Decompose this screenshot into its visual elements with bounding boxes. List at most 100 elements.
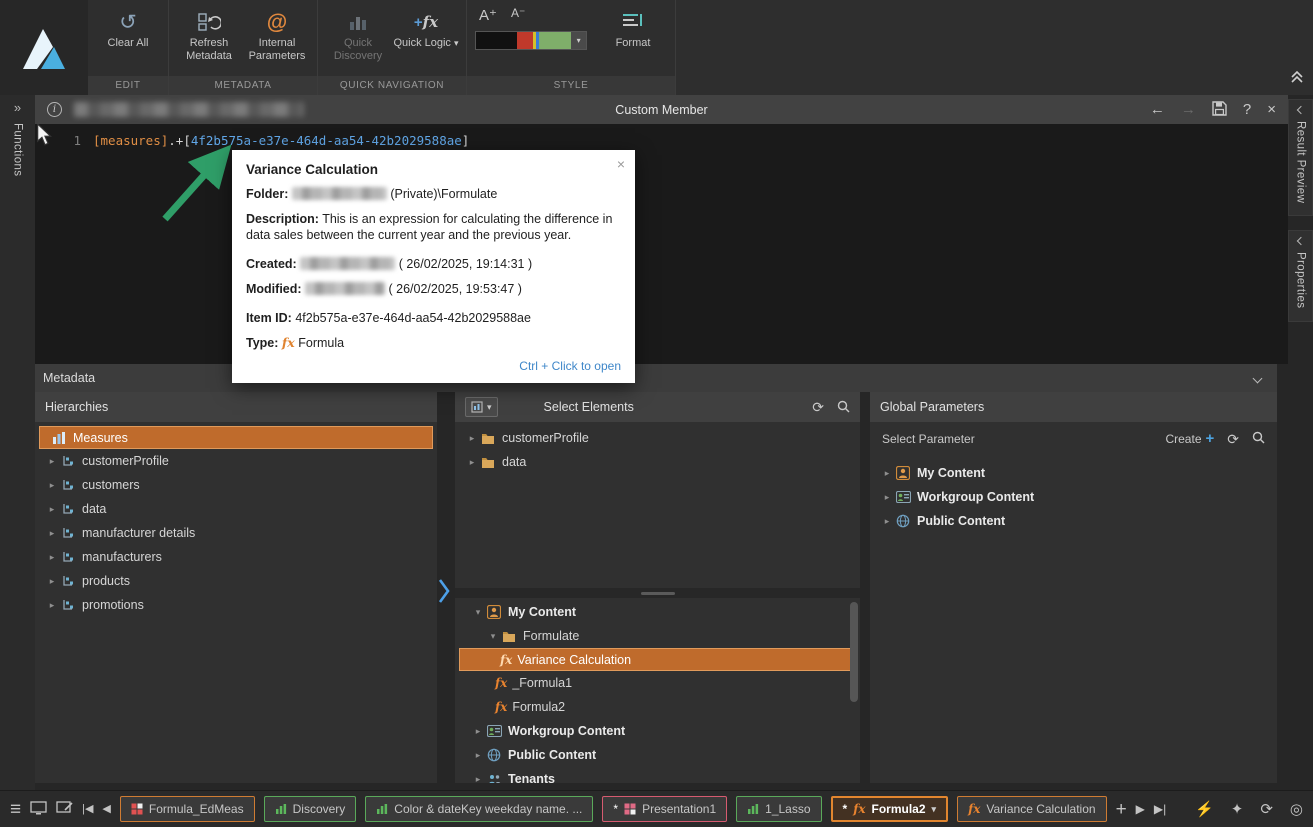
expander-icon[interactable]: ▸ bbox=[471, 726, 485, 737]
param-item-my-content[interactable]: ▸ My Content bbox=[870, 461, 1277, 485]
tree-item-my-content[interactable]: ▾ My Content bbox=[455, 600, 860, 624]
expander-icon[interactable]: ▸ bbox=[45, 600, 59, 611]
collapse-metadata-icon[interactable] bbox=[1252, 373, 1263, 383]
metadata-section-bar[interactable]: Metadata bbox=[35, 364, 1277, 392]
collapse-ribbon-icon[interactable] bbox=[1289, 70, 1305, 89]
expander-icon[interactable]: ▸ bbox=[465, 457, 479, 468]
expand-collapse-handle[interactable] bbox=[438, 578, 451, 609]
tree-item-variance-calculation[interactable]: fx Variance Calculation bbox=[459, 648, 856, 671]
expander-icon[interactable]: ▸ bbox=[880, 468, 894, 479]
add-tab-icon[interactable]: + bbox=[1116, 800, 1127, 819]
menu-icon[interactable]: ≡ bbox=[10, 800, 21, 819]
modified-marker: * bbox=[613, 802, 619, 816]
hierarchy-item-customerprofile[interactable]: ▸ customerProfile bbox=[35, 449, 437, 473]
refresh-icon[interactable]: ⟳ bbox=[812, 400, 824, 414]
target-icon[interactable]: ◎ bbox=[1290, 802, 1303, 817]
play-last-icon[interactable]: ▶| bbox=[1154, 803, 1166, 815]
tab-discovery[interactable]: Discovery bbox=[263, 796, 357, 822]
splitter-grip[interactable] bbox=[640, 591, 675, 595]
element-type-dropdown[interactable]: ▾ bbox=[465, 397, 498, 417]
format-button[interactable]: Format bbox=[599, 4, 667, 76]
expander-icon[interactable]: ▸ bbox=[880, 516, 894, 527]
hierarchy-item-manufacturer-details[interactable]: ▸ manufacturer details bbox=[35, 521, 437, 545]
tree-item-workgroup-content[interactable]: ▸ Workgroup Content bbox=[455, 719, 860, 743]
expander-icon[interactable]: ▸ bbox=[45, 552, 59, 563]
expand-panel-icon[interactable]: » bbox=[14, 95, 21, 115]
tree-item-tenants[interactable]: ▸ Tenants bbox=[455, 767, 860, 783]
chevron-down-icon[interactable]: ▾ bbox=[932, 804, 937, 815]
tab-variance-calculation[interactable]: fx Variance Calculation bbox=[957, 796, 1107, 822]
tree-splitter[interactable] bbox=[455, 588, 860, 598]
tooltip-close-icon[interactable]: × bbox=[617, 156, 625, 172]
functions-collapsed-panel[interactable]: » Functions bbox=[0, 95, 35, 790]
hierarchy-label: Measures bbox=[73, 430, 128, 445]
tab-formula-edmeas[interactable]: Formula_EdMeas bbox=[119, 796, 255, 822]
previous-tab-icon[interactable]: ◀ bbox=[102, 803, 110, 815]
hierarchy-item-customers[interactable]: ▸ customers bbox=[35, 473, 437, 497]
refresh-icon[interactable]: ⟳ bbox=[1227, 432, 1239, 446]
expander-icon[interactable]: ▸ bbox=[465, 433, 479, 444]
ctrl-click-hint[interactable]: Ctrl + Click to open bbox=[246, 359, 621, 373]
tab-properties[interactable]: Properties bbox=[1288, 230, 1313, 322]
slideshow-icon[interactable] bbox=[30, 800, 47, 818]
save-icon[interactable] bbox=[1212, 100, 1227, 119]
tab-presentation1[interactable]: * Presentation1 bbox=[602, 796, 728, 822]
interactions-icon[interactable]: ⚡ bbox=[1195, 802, 1214, 817]
bars-icon bbox=[377, 804, 388, 814]
folder-item-data[interactable]: ▸ data bbox=[455, 450, 860, 474]
tab-label: Variance Calculation bbox=[986, 802, 1096, 816]
select-parameter-label: Select Parameter bbox=[882, 431, 975, 446]
expander-icon[interactable]: ▾ bbox=[471, 607, 485, 618]
palette-dropdown-icon[interactable]: ▾ bbox=[571, 32, 587, 49]
back-icon[interactable]: ← bbox=[1150, 102, 1165, 117]
code-line[interactable]: 1 [measures] .+[4f2b575a-e37e-464d-aa54-4… bbox=[35, 133, 469, 148]
scrollbar-thumb[interactable] bbox=[850, 602, 858, 702]
expander-icon[interactable]: ▸ bbox=[471, 774, 485, 784]
hierarchy-item-products[interactable]: ▸ products bbox=[35, 569, 437, 593]
functions-tab-label[interactable]: Functions bbox=[12, 123, 24, 176]
tab-color-datekey[interactable]: Color & dateKey weekday name. ... bbox=[365, 796, 594, 822]
color-palette-picker[interactable]: ▾ bbox=[475, 31, 587, 50]
quick-logic-button[interactable]: + fx Quick Logic ▾ bbox=[392, 4, 460, 76]
hierarchy-item-promotions[interactable]: ▸ promotions bbox=[35, 593, 437, 617]
search-icon[interactable] bbox=[1252, 431, 1265, 446]
search-icon[interactable] bbox=[837, 400, 850, 415]
first-tab-icon[interactable]: |◀ bbox=[82, 803, 93, 815]
expander-icon[interactable]: ▸ bbox=[45, 456, 59, 467]
clear-all-button[interactable]: ↺ Clear All bbox=[94, 4, 162, 76]
tree-item-formula2[interactable]: fx Formula2 bbox=[455, 695, 860, 719]
formula-code-editor[interactable]: 1 [measures] .+[4f2b575a-e37e-464d-aa54-4… bbox=[35, 124, 1288, 364]
hierarchy-item-data[interactable]: ▸ data bbox=[35, 497, 437, 521]
tab-formula2-active[interactable]: * fx Formula2 ▾ bbox=[830, 796, 949, 822]
expander-icon[interactable]: ▸ bbox=[45, 504, 59, 515]
expander-icon[interactable]: ▸ bbox=[880, 492, 894, 503]
param-item-workgroup-content[interactable]: ▸ Workgroup Content bbox=[870, 485, 1277, 509]
expander-icon[interactable]: ▸ bbox=[471, 750, 485, 761]
help-icon[interactable]: ? bbox=[1243, 102, 1251, 117]
tab-result-preview[interactable]: Result Preview bbox=[1288, 99, 1313, 217]
param-item-public-content[interactable]: ▸ Public Content bbox=[870, 509, 1277, 533]
expander-icon[interactable]: ▸ bbox=[45, 528, 59, 539]
folder-item-customerprofile[interactable]: ▸ customerProfile bbox=[455, 426, 860, 450]
expander-icon[interactable]: ▸ bbox=[45, 480, 59, 491]
refresh-metadata-button[interactable]: Refresh Metadata bbox=[175, 4, 243, 76]
tab-1-lasso[interactable]: 1_Lasso bbox=[736, 796, 822, 822]
tree-item-public-content[interactable]: ▸ Public Content bbox=[455, 743, 860, 767]
refresh-tab-icon[interactable]: ⟳ bbox=[1260, 802, 1273, 817]
close-editor-icon[interactable]: × bbox=[1267, 102, 1276, 117]
tree-item-formula1[interactable]: fx _Formula1 bbox=[455, 671, 860, 695]
edit-canvas-icon[interactable] bbox=[56, 800, 73, 818]
hierarchy-item-manufacturers[interactable]: ▸ manufacturers bbox=[35, 545, 437, 569]
font-decrease-icon[interactable]: A⁻ bbox=[511, 6, 525, 24]
highlight-icon[interactable]: ✦ bbox=[1231, 802, 1244, 817]
create-parameter-button[interactable]: Create + bbox=[1165, 430, 1214, 447]
hierarchy-item-measures[interactable]: Measures bbox=[39, 426, 433, 449]
app-logo[interactable] bbox=[0, 0, 88, 95]
internal-parameters-button[interactable]: @ Internal Parameters bbox=[243, 4, 311, 76]
expander-icon[interactable]: ▸ bbox=[45, 576, 59, 587]
info-icon[interactable]: i bbox=[47, 102, 62, 117]
tree-item-formulate[interactable]: ▾ Formulate bbox=[455, 624, 860, 648]
font-increase-icon[interactable]: A⁺ bbox=[479, 6, 497, 24]
play-icon[interactable]: ▶ bbox=[1136, 803, 1145, 815]
expander-icon[interactable]: ▾ bbox=[486, 631, 500, 642]
